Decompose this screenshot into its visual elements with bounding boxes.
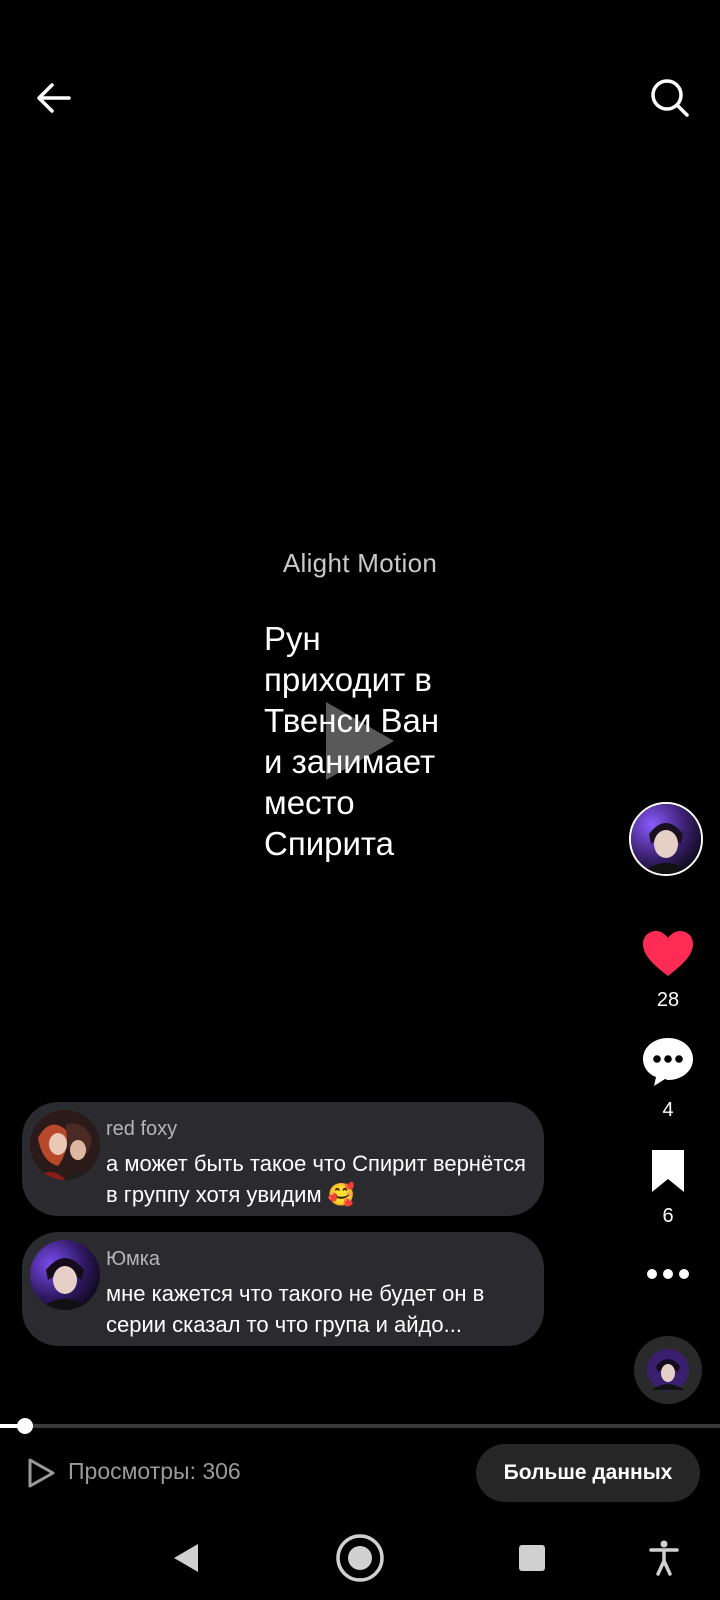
bookmark-icon (652, 1150, 684, 1192)
comment-text: мне кажется что такого не будет он в сер… (106, 1281, 485, 1337)
system-recents-button[interactable] (504, 1530, 560, 1586)
commenter-avatar[interactable] (30, 1110, 100, 1180)
play-button[interactable] (320, 696, 400, 786)
progress-thumb[interactable] (17, 1418, 34, 1434)
system-back-button[interactable] (158, 1530, 214, 1586)
accessibility-icon (649, 1540, 679, 1576)
comment-action[interactable]: 4 (630, 1036, 706, 1122)
comment-bubble[interactable]: red foxy а может быть такое что Спирит в… (22, 1102, 544, 1216)
comment-count: 4 (662, 1099, 674, 1121)
play-outline-icon (28, 1458, 55, 1488)
avatar-image (30, 1110, 100, 1180)
more-options-button[interactable] (640, 1256, 696, 1292)
views-indicator (24, 1456, 58, 1490)
sound-disc-image (634, 1336, 702, 1404)
play-icon (326, 702, 394, 780)
commenter-avatar[interactable] (30, 1240, 100, 1310)
avatar-image (30, 1240, 100, 1310)
back-button[interactable] (28, 72, 80, 124)
search-icon (651, 79, 689, 117)
nav-home-icon (336, 1534, 384, 1582)
nav-recents-icon (519, 1545, 545, 1571)
progress-track[interactable] (0, 1424, 720, 1428)
back-arrow-icon (37, 83, 71, 113)
views-count: Просмотры: 306 (68, 1458, 241, 1484)
system-home-button[interactable] (332, 1530, 388, 1586)
sound-disc[interactable] (634, 1336, 702, 1404)
comment-username: red foxy (106, 1118, 178, 1140)
comment-bubble[interactable]: Юмка мне кажется что такого не будет он … (22, 1232, 544, 1346)
bookmark-count: 6 (662, 1205, 674, 1227)
like-count: 28 (656, 989, 680, 1011)
search-button[interactable] (644, 72, 696, 124)
like-action[interactable]: 28 (630, 930, 706, 1012)
comment-text: а может быть такое что Спирит вернётся в… (106, 1151, 526, 1207)
comment-username: Юмка (106, 1248, 161, 1270)
avatar-image (631, 804, 701, 874)
accessibility-button[interactable] (636, 1530, 692, 1586)
more-icon (647, 1269, 689, 1279)
video-watermark: Alight Motion (282, 548, 438, 578)
more-data-button[interactable]: Больше данных (476, 1444, 700, 1502)
bookmark-action[interactable]: 6 (630, 1148, 706, 1228)
nav-back-icon (174, 1544, 198, 1572)
comment-icon (643, 1038, 693, 1086)
author-avatar[interactable] (629, 802, 703, 876)
heart-icon (643, 931, 693, 976)
